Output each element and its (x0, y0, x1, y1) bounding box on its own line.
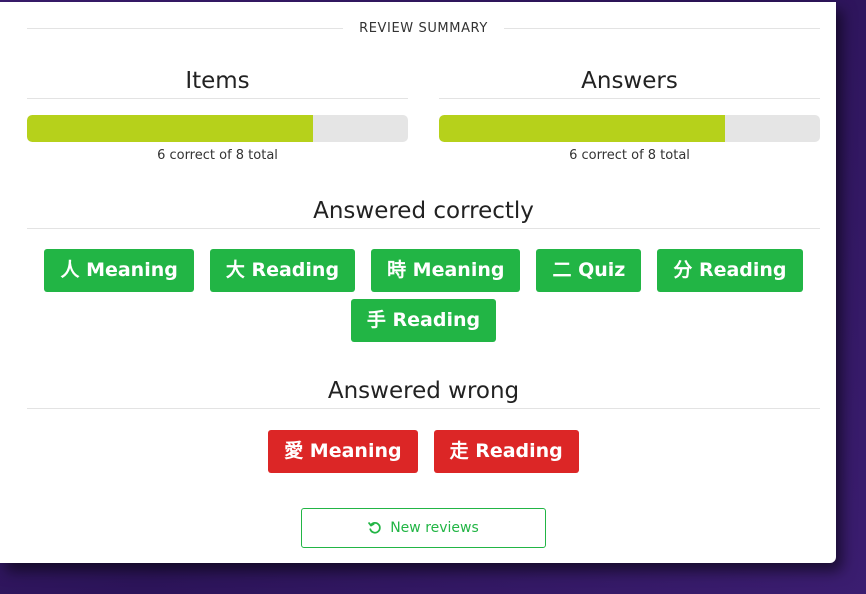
items-caption: 6 correct of 8 total (157, 148, 278, 163)
wrong-items-row: 愛 Meaning 走 Reading (27, 430, 820, 473)
items-title: Items (27, 64, 408, 99)
correct-item-button[interactable]: 人 Meaning (44, 249, 194, 292)
correct-item-button[interactable]: 分 Reading (657, 249, 803, 292)
correct-item-button[interactable]: 二 Quiz (536, 249, 642, 292)
answered-correctly-title: Answered correctly (27, 194, 820, 229)
review-summary-title: REVIEW SUMMARY (359, 20, 488, 36)
items-progress-bar (27, 115, 408, 142)
divider (27, 27, 344, 29)
correct-item-button[interactable]: 手 Reading (350, 299, 497, 342)
wrong-item-button[interactable]: 走 Reading (433, 430, 579, 473)
items-progress-fill (27, 115, 313, 142)
undo-icon (368, 521, 382, 535)
correct-items-row-2: 手 Reading (27, 299, 820, 342)
correct-items-row-1: 人 Meaning 大 Reading 時 Meaning 二 Quiz 分 R… (27, 249, 820, 292)
divider (503, 27, 820, 29)
answers-caption: 6 correct of 8 total (569, 148, 690, 163)
answers-title: Answers (439, 64, 820, 99)
answered-wrong-title: Answered wrong (27, 374, 820, 409)
new-reviews-label: New reviews (390, 520, 479, 536)
wrong-item-button[interactable]: 愛 Meaning (268, 430, 418, 473)
answers-progress-fill (439, 115, 725, 142)
review-summary-card: REVIEW SUMMARY Items 6 correct of 8 tota… (0, 2, 836, 563)
new-reviews-button[interactable]: New reviews (301, 508, 546, 548)
review-summary-header: REVIEW SUMMARY (27, 16, 820, 40)
answers-progress-bar (439, 115, 820, 142)
correct-item-button[interactable]: 大 Reading (209, 249, 356, 292)
answers-stat: Answers 6 correct of 8 total (439, 64, 820, 163)
items-stat: Items 6 correct of 8 total (27, 64, 408, 163)
correct-item-button[interactable]: 時 Meaning (371, 249, 521, 292)
